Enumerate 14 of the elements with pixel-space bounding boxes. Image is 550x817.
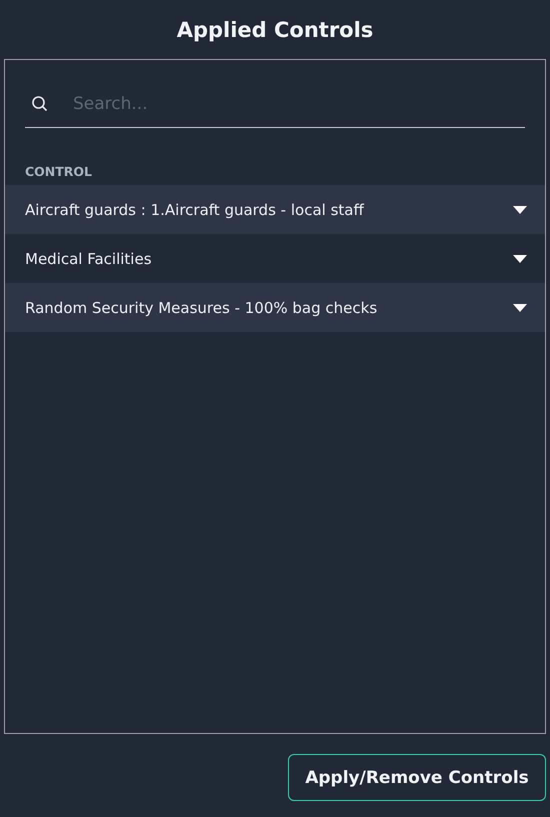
search-icon [31,94,49,112]
control-label: Random Security Measures - 100% bag checks [25,298,378,316]
caret-icon[interactable] [513,204,527,214]
panel-title: Applied Controls [176,16,374,44]
caret-icon[interactable] [513,302,527,312]
search-field[interactable]: Search... [71,92,525,114]
control-label: Medical Facilities [25,250,152,268]
control-row[interactable]: Aircraft guards : 1.Aircraft guards - local staff [5,185,545,234]
control-row[interactable]: Random Security Measures - 100% bag checks [5,283,545,332]
column-header: CONTROL [25,164,94,179]
control-row[interactable]: Medical Facilities [5,234,545,283]
control-label: Aircraft guards : 1.Aircraft guards - local staff [25,200,364,218]
apply-remove-button[interactable]: Apply/Remove Controls [288,754,546,801]
caret-icon[interactable] [513,254,527,264]
